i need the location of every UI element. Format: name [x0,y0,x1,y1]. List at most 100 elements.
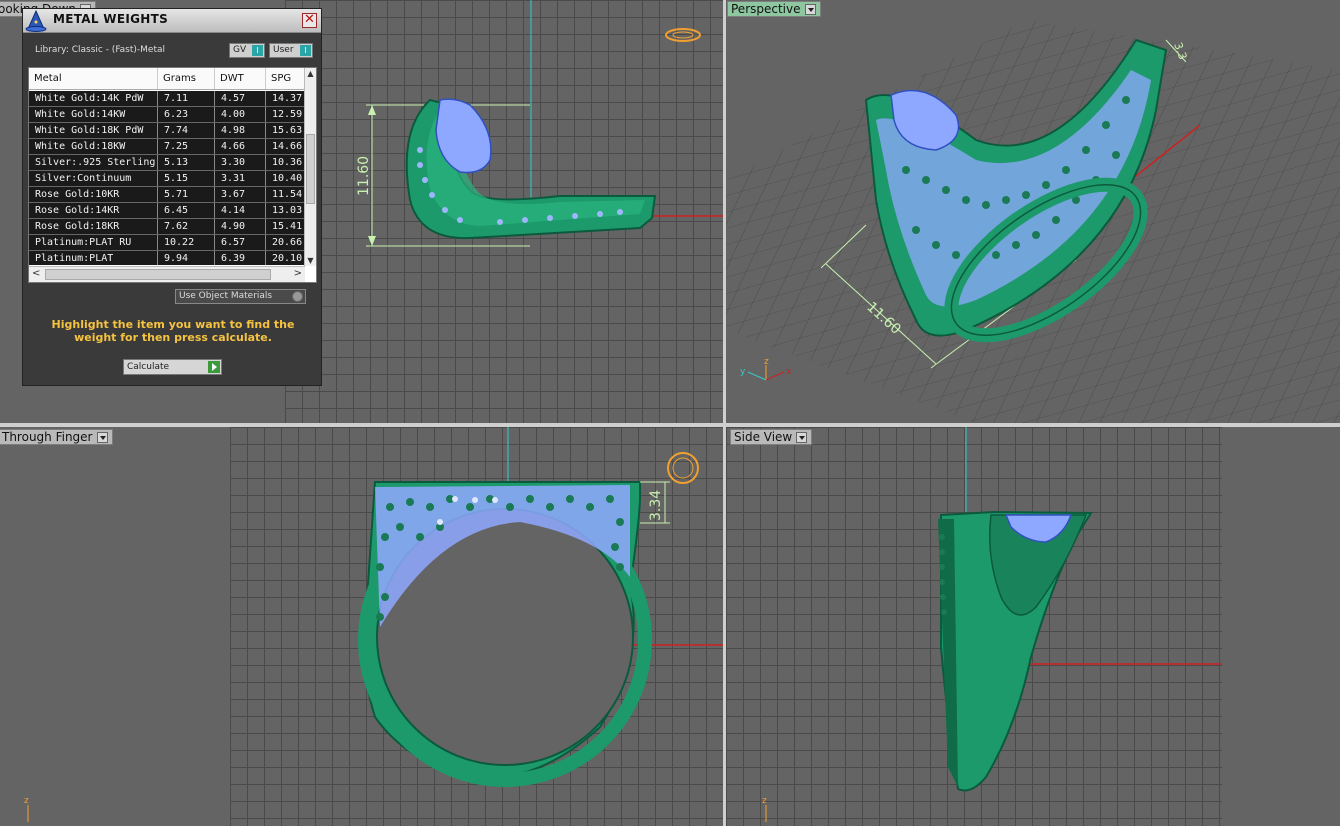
cell-dwt: 4.57 [215,91,266,106]
cell-metal: Rose Gold:10KR [29,187,158,202]
cell-dwt: 3.30 [215,155,266,170]
table-body: White Gold:14K PdW 7.11 4.57 14.37 White Gol… [29,91,305,265]
table-row[interactable]: White Gold:18K PdW 7.74 4.98 15.63 [29,123,305,139]
cell-grams: 7.11 [158,91,215,106]
column-header-dwt[interactable]: DWT [215,68,266,89]
table-row[interactable]: Rose Gold:14KR 6.45 4.14 13.03 [29,203,305,219]
cell-spg: 15.63 [266,123,305,138]
table-row[interactable]: Rose Gold:18KR 7.62 4.90 15.41 [29,219,305,235]
cell-spg: 10.40 [266,171,305,186]
column-header-spg[interactable]: SPG [266,68,305,89]
axis-x-label: x [786,367,792,377]
cell-metal: White Gold:14KW [29,107,158,122]
table-row[interactable]: White Gold:14K PdW 7.11 4.57 14.37 [29,91,305,107]
user-label: User [273,45,294,55]
gv-label: GV [233,45,247,55]
viewport-divider-vertical[interactable] [723,0,726,826]
scroll-left-icon[interactable]: < [32,268,40,279]
cell-metal: Silver:Continuum [29,171,158,186]
cell-grams: 5.13 [158,155,215,170]
viewport-label-through-finger[interactable]: Through Finger [0,429,113,445]
cell-spg: 15.41 [266,219,305,234]
chevron-down-icon[interactable] [804,3,816,15]
table-row[interactable]: White Gold:18KW 7.25 4.66 14.66 [29,139,305,155]
radio-icon [292,291,303,302]
cell-grams: 5.71 [158,187,215,202]
cell-spg: 20.66 [266,235,305,250]
viewport-label-perspective[interactable]: Perspective [727,1,821,17]
use-object-materials-label: Use Object Materials [179,291,273,301]
cell-dwt: 4.00 [215,107,266,122]
user-toggle[interactable]: User I [269,43,313,58]
cell-spg: 20.10 [266,251,305,265]
chevron-down-icon[interactable] [96,431,108,443]
front-view-drawing: 3.34 z [24,427,723,822]
viewport-name: Through Finger [2,429,93,444]
cell-metal: Silver:.925 Sterling [29,155,158,170]
wizard-hat-icon [25,10,47,32]
scroll-down-icon[interactable]: ▼ [305,255,316,266]
close-button[interactable]: ✕ [302,13,317,28]
cell-dwt: 4.14 [215,203,266,218]
calculate-label: Calculate [127,362,170,372]
column-header-grams[interactable]: Grams [158,68,215,89]
horizontal-scrollbar[interactable]: < > [29,266,305,282]
table-row[interactable]: White Gold:14KW 6.23 4.00 12.59 [29,107,305,123]
scroll-right-icon[interactable]: > [294,268,302,279]
calculate-button[interactable]: Calculate [123,359,222,375]
instruction-text: Highlight the item you want to find the … [51,318,295,344]
dimension-front-height: 3.34 [648,490,664,521]
scroll-up-icon[interactable]: ▲ [305,68,316,79]
use-object-materials-toggle[interactable]: Use Object Materials [175,289,306,304]
axis-z-label: z [24,796,29,806]
viewport-through-finger[interactable]: 3.34 z Through Finger [0,427,723,826]
viewport-divider-horizontal[interactable] [0,423,1340,427]
viewport-perspective[interactable]: 11.60 3.3 z x y Perspective [726,0,1340,423]
cell-spg: 14.37 [266,91,305,106]
axis-y-label: y [740,367,746,377]
cell-grams: 7.25 [158,139,215,154]
cell-metal: Platinum:PLAT RU [29,235,158,250]
chevron-down-icon[interactable] [796,431,808,443]
axis-z-label: z [762,796,767,806]
table-row[interactable]: Platinum:PLAT RU 10.22 6.57 20.66 [29,235,305,251]
cell-metal: White Gold:14K PdW [29,91,158,106]
cell-dwt: 4.66 [215,139,266,154]
cell-metal: Rose Gold:14KR [29,203,158,218]
column-header-metal[interactable]: Metal [29,68,158,89]
vertical-scrollbar[interactable]: ▲ ▼ [304,68,316,266]
table-row[interactable]: Rose Gold:10KR 5.71 3.67 11.54 [29,187,305,203]
cell-metal: White Gold:18KW [29,139,158,154]
cad-workspace: 11.60 ooking Down 11.60 3.3 [0,0,1340,826]
cell-grams: 5.15 [158,171,215,186]
cell-grams: 10.22 [158,235,215,250]
cell-dwt: 6.39 [215,251,266,265]
cell-metal: Platinum:PLAT [29,251,158,265]
library-label: Library: Classic - (Fast)-Metal [35,45,166,55]
cell-metal: Rose Gold:18KR [29,219,158,234]
panel-title-bar[interactable]: METAL WEIGHTS ✕ [23,9,321,33]
cell-grams: 6.23 [158,107,215,122]
cell-dwt: 4.98 [215,123,266,138]
scroll-thumb[interactable] [45,269,271,280]
viewport-side-view[interactable]: z Side View [726,427,1340,826]
cell-dwt: 6.57 [215,235,266,250]
cell-spg: 12.59 [266,107,305,122]
cell-dwt: 3.67 [215,187,266,202]
panel-title: METAL WEIGHTS [53,12,169,26]
toggle-icon: I [300,45,311,56]
table-header: Metal Grams DWT SPG [29,68,305,90]
metal-weights-panel: METAL WEIGHTS ✕ Library: Classic - (Fast… [22,8,322,386]
cell-spg: 10.36 [266,155,305,170]
dimension-top-view-height: 11.60 [356,156,372,196]
gv-toggle[interactable]: GV I [229,43,265,58]
axis-z-label: z [764,357,769,367]
table-row[interactable]: Silver:Continuum 5.15 3.31 10.40 [29,171,305,187]
table-row[interactable]: Platinum:PLAT 9.94 6.39 20.10 [29,251,305,265]
toggle-icon: I [252,45,263,56]
viewport-label-side-view[interactable]: Side View [730,429,813,445]
scroll-thumb[interactable] [306,134,315,204]
cell-spg: 11.54 [266,187,305,202]
table-row[interactable]: Silver:.925 Sterling 5.13 3.30 10.36 [29,155,305,171]
viewport-name: Perspective [731,1,801,16]
